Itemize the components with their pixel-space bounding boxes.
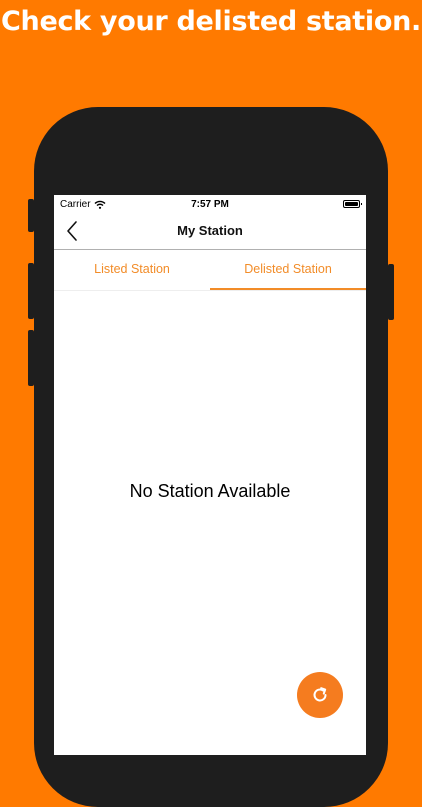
empty-state-message: No Station Available: [129, 481, 291, 501]
battery-icon: [343, 200, 362, 208]
navigation-bar: My Station: [54, 213, 366, 250]
phone-screen: Carrier 7:57 PM My Station Listed Statio…: [54, 195, 366, 755]
phone-power-button: [388, 264, 394, 320]
station-tabs: Listed Station Delisted Station: [54, 250, 366, 291]
page-title: My Station: [177, 223, 243, 238]
status-time: 7:57 PM: [191, 199, 229, 210]
promo-headline: Check your delisted station.: [1, 6, 421, 37]
refresh-button[interactable]: [297, 672, 343, 718]
tab-delisted-station[interactable]: Delisted Station: [210, 250, 366, 290]
status-bar: Carrier 7:57 PM: [54, 195, 366, 213]
tab-listed-station[interactable]: Listed Station: [54, 250, 210, 290]
refresh-icon: [313, 687, 327, 702]
